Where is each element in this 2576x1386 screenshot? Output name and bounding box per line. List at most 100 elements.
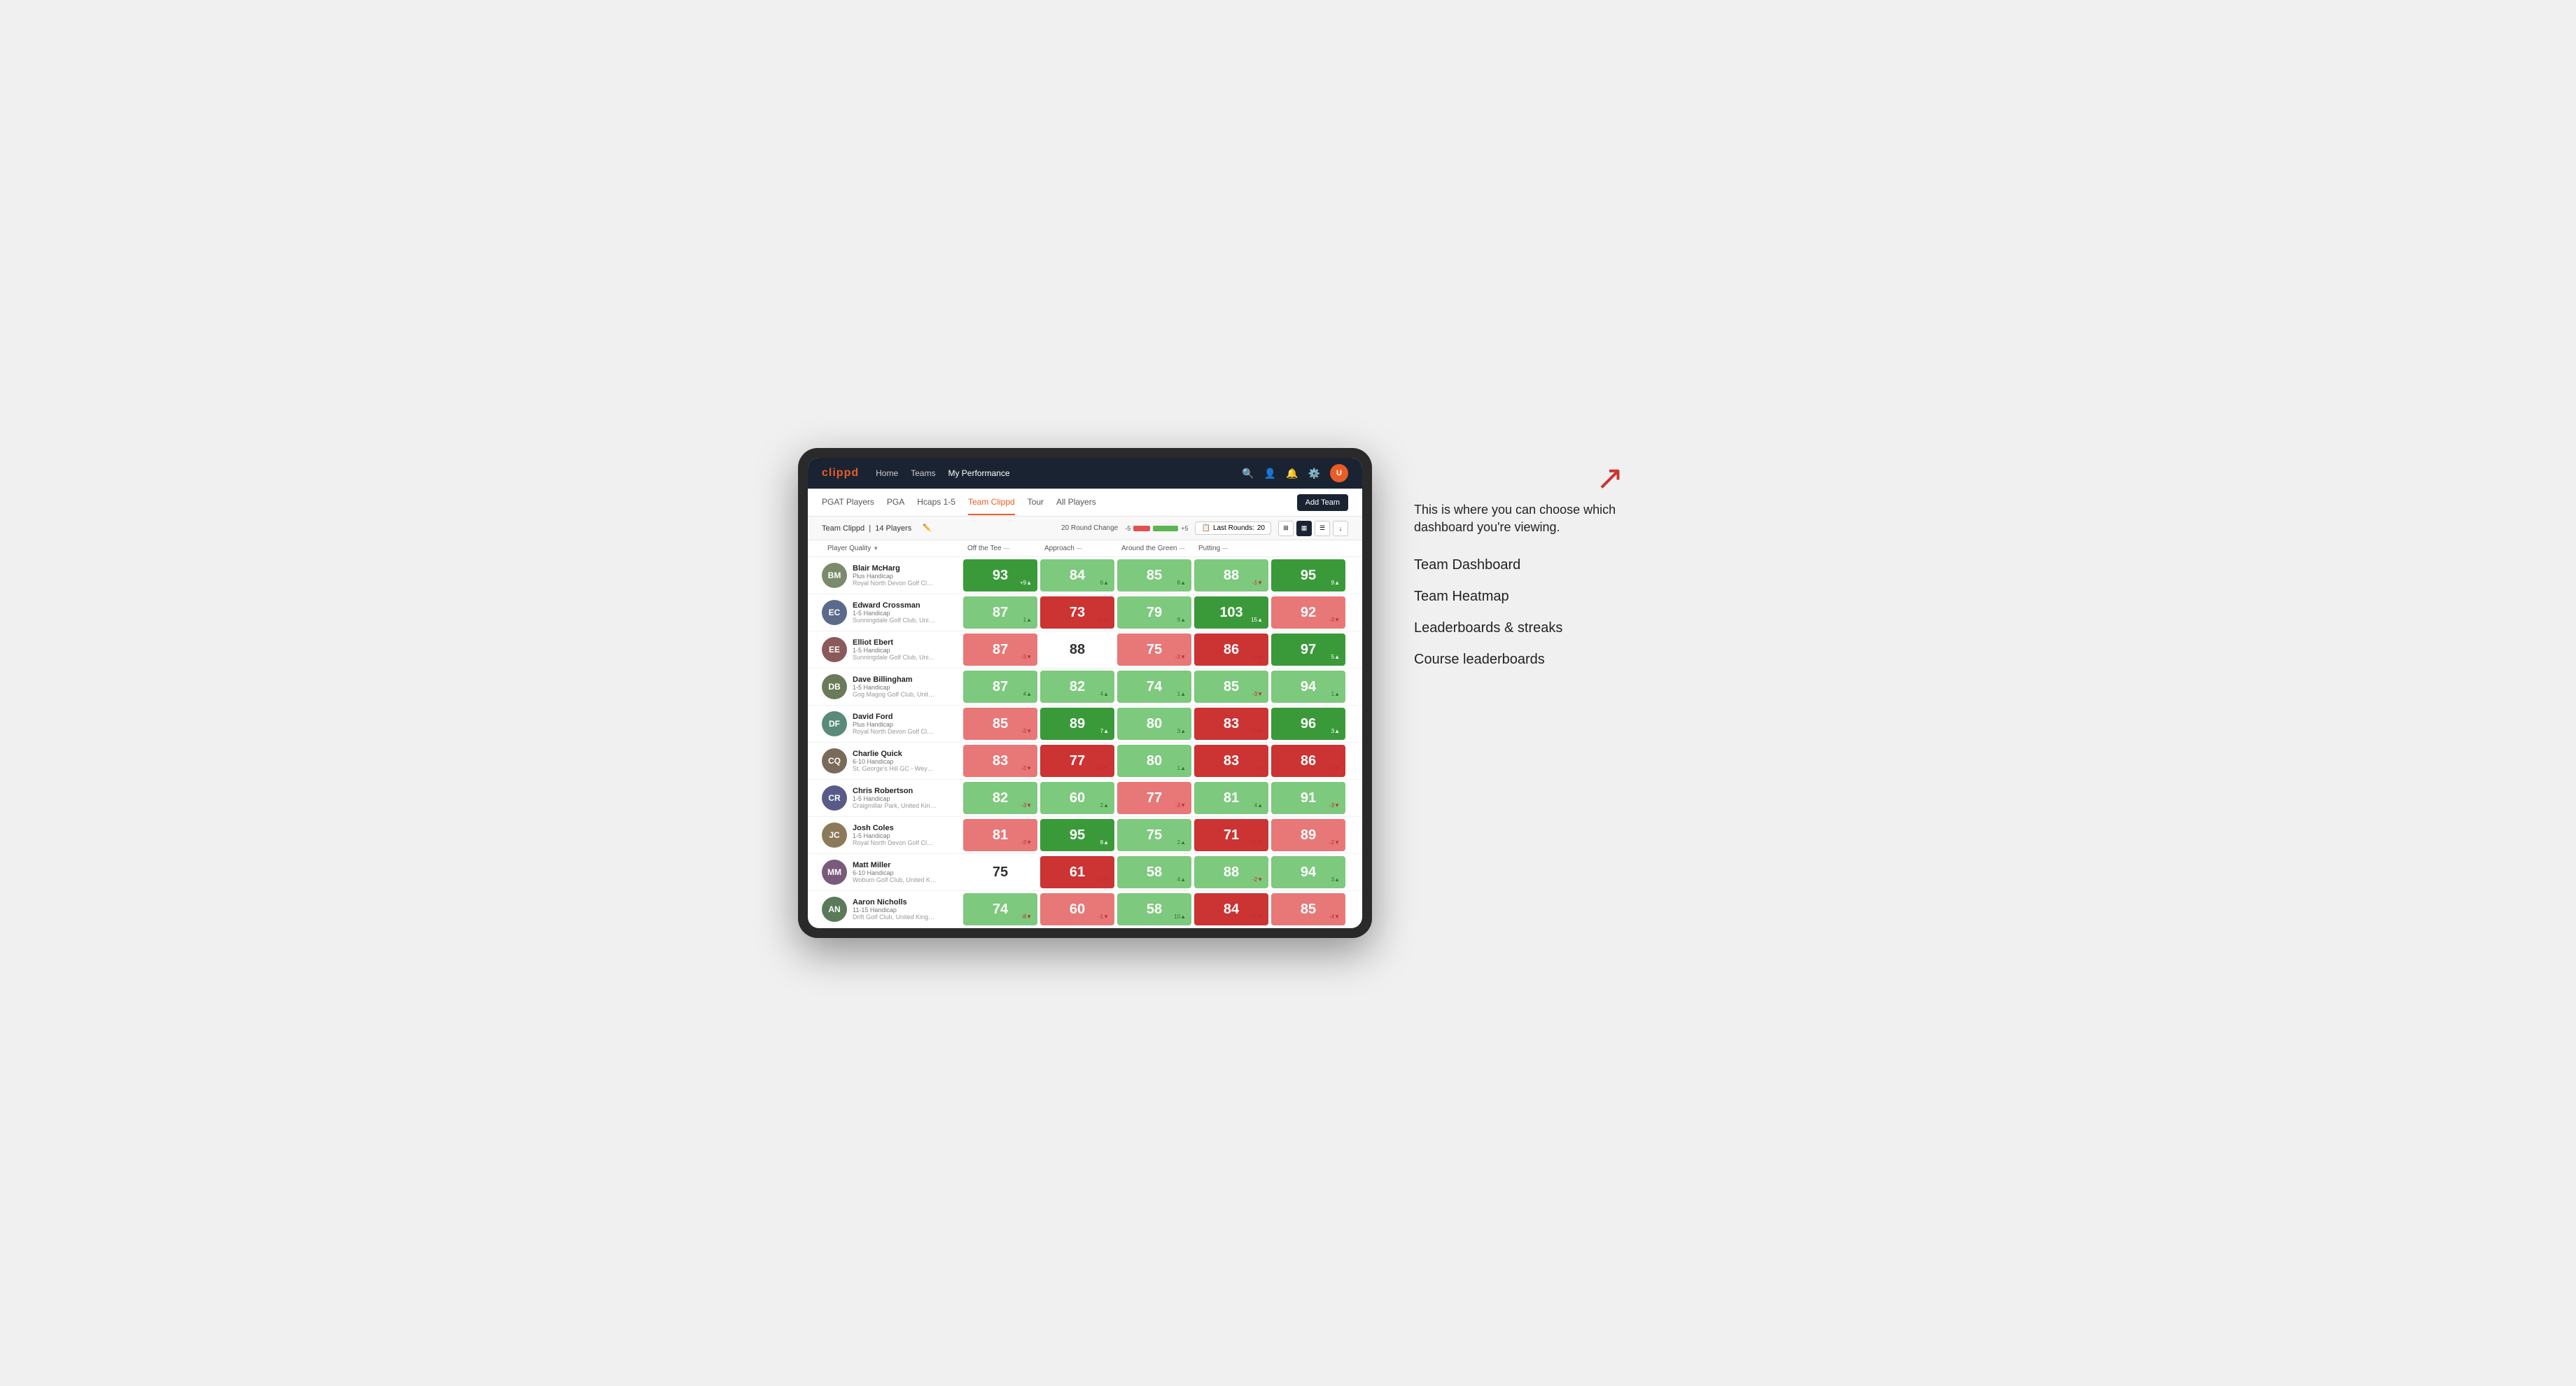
edit-icon[interactable]: ✏️: [923, 524, 931, 532]
table-row[interactable]: DBDave Billingham1-5 HandicapGog Magog G…: [808, 668, 1362, 706]
settings-icon[interactable]: ⚙️: [1308, 468, 1320, 479]
score-value: 77: [1147, 790, 1162, 806]
player-info: DFDavid FordPlus HandicapRoyal North Dev…: [822, 707, 962, 741]
score-cell[interactable]: 874▲: [963, 671, 1037, 703]
score-cell[interactable]: 92-3▼: [1271, 596, 1345, 629]
score-cell[interactable]: 88-1▼: [1194, 559, 1268, 592]
score-cell[interactable]: 75-3▼: [1117, 634, 1191, 666]
score-cell[interactable]: 871▲: [963, 596, 1037, 629]
score-cell[interactable]: 943▲: [1271, 856, 1345, 888]
score-cell[interactable]: 77-3▼: [1117, 782, 1191, 814]
table-row[interactable]: CQCharlie Quick6-10 HandicapSt. George's…: [808, 743, 1362, 780]
sub-nav-tour[interactable]: Tour: [1028, 490, 1044, 515]
col-approach[interactable]: Approach —: [1039, 540, 1116, 556]
score-value: 61: [1070, 864, 1085, 881]
sub-nav-hcaps[interactable]: Hcaps 1-5: [917, 490, 955, 515]
player-handicap: 11-15 Handicap: [853, 906, 937, 913]
score-cell[interactable]: 963▲: [1271, 708, 1345, 740]
table-row[interactable]: JCJosh Coles1-5 HandicapRoyal North Devo…: [808, 817, 1362, 854]
table-row[interactable]: EEElliot Ebert1-5 HandicapSunningdale Go…: [808, 631, 1362, 668]
trend-arrow: -3▼: [1021, 654, 1032, 660]
search-icon[interactable]: 🔍: [1242, 468, 1254, 479]
score-cell[interactable]: 88-2▼: [1194, 856, 1268, 888]
trend-arrow: -8▼: [1329, 765, 1340, 771]
trend-arrow: 4▲: [1023, 691, 1032, 697]
player-details: Chris Robertson1-5 HandicapCraigmillar P…: [853, 787, 937, 809]
score-cell[interactable]: 801▲: [1117, 745, 1191, 777]
score-cell[interactable]: 803▲: [1117, 708, 1191, 740]
score-cell[interactable]: 602▲: [1040, 782, 1114, 814]
score-cell[interactable]: 799▲: [1117, 596, 1191, 629]
last-rounds-button[interactable]: 📋 Last Rounds: 20: [1195, 522, 1271, 535]
score-cell[interactable]: 91-3▼: [1271, 782, 1345, 814]
score-cell[interactable]: 85-4▼: [1271, 893, 1345, 925]
avatar[interactable]: U: [1330, 464, 1348, 482]
player-name: Dave Billingham: [853, 676, 937, 684]
col-around-green[interactable]: Around the Green —: [1116, 540, 1193, 556]
grid-view-button[interactable]: ⊞: [1278, 521, 1294, 536]
bell-icon[interactable]: 🔔: [1286, 468, 1298, 479]
score-cell[interactable]: 85-3▼: [963, 708, 1037, 740]
col-putting[interactable]: Putting —: [1193, 540, 1270, 556]
score-cell[interactable]: 81-3▼: [963, 819, 1037, 851]
score-cell[interactable]: 584▲: [1117, 856, 1191, 888]
score-cell[interactable]: 60-1▼: [1040, 893, 1114, 925]
table-row[interactable]: MMMatt Miller6-10 HandicapWoburn Golf Cl…: [808, 854, 1362, 891]
table-row[interactable]: ANAaron Nicholls11-15 HandicapDrift Golf…: [808, 891, 1362, 928]
table-row[interactable]: DFDavid FordPlus HandicapRoyal North Dev…: [808, 706, 1362, 743]
table-row[interactable]: CRChris Robertson1-5 HandicapCraigmillar…: [808, 780, 1362, 817]
score-cell[interactable]: 814▲: [1194, 782, 1268, 814]
nav-link-home[interactable]: Home: [876, 465, 898, 481]
score-cell[interactable]: 74-8▼: [963, 893, 1037, 925]
nav-link-teams[interactable]: Teams: [911, 465, 935, 481]
score-cell[interactable]: 73-11▼: [1040, 596, 1114, 629]
avatar: EE: [822, 637, 847, 662]
table-row[interactable]: BMBlair McHargPlus HandicapRoyal North D…: [808, 557, 1362, 594]
score-cell[interactable]: 86-6▼: [1194, 634, 1268, 666]
sub-nav-team-clippd[interactable]: Team Clippd: [968, 490, 1015, 515]
trend-arrow: +9▲: [1020, 580, 1032, 586]
col-off-tee[interactable]: Off the Tee —: [962, 540, 1039, 556]
trend-arrow: 15▲: [1251, 617, 1263, 623]
score-cell[interactable]: 741▲: [1117, 671, 1191, 703]
score-cell[interactable]: 83-6▼: [1194, 745, 1268, 777]
col-player-quality[interactable]: Player Quality ▼: [822, 540, 962, 556]
score-cell[interactable]: 85-3▼: [1194, 671, 1268, 703]
avatar: CQ: [822, 748, 847, 774]
score-cell[interactable]: 959▲: [1271, 559, 1345, 592]
add-team-button[interactable]: Add Team: [1297, 494, 1348, 511]
score-cell[interactable]: 897▲: [1040, 708, 1114, 740]
score-cell[interactable]: 975▲: [1271, 634, 1345, 666]
list-view-button[interactable]: ☰: [1315, 521, 1330, 536]
score-cell[interactable]: 846▲: [1040, 559, 1114, 592]
nav-link-performance[interactable]: My Performance: [948, 465, 1009, 481]
heatmap-view-button[interactable]: ▦: [1296, 521, 1312, 536]
score-cell[interactable]: 824▲: [1040, 671, 1114, 703]
score-cell[interactable]: 88: [1040, 634, 1114, 666]
score-cell[interactable]: 83-3▼: [963, 745, 1037, 777]
score-cell[interactable]: 82-3▼: [963, 782, 1037, 814]
score-cell[interactable]: 77-14▼: [1040, 745, 1114, 777]
user-icon[interactable]: 👤: [1264, 468, 1276, 479]
score-cell[interactable]: 75: [963, 856, 1037, 888]
player-details: Blair McHargPlus HandicapRoyal North Dev…: [853, 564, 937, 587]
sub-nav-pgat[interactable]: PGAT Players: [822, 490, 874, 515]
sub-nav-all-players[interactable]: All Players: [1056, 490, 1096, 515]
score-cell[interactable]: 89-2▼: [1271, 819, 1345, 851]
download-button[interactable]: ↓: [1333, 521, 1348, 536]
score-cell[interactable]: 858▲: [1117, 559, 1191, 592]
sub-nav-pga[interactable]: PGA: [887, 490, 904, 515]
score-cell[interactable]: 87-3▼: [963, 634, 1037, 666]
score-cell[interactable]: 5810▲: [1117, 893, 1191, 925]
score-cell[interactable]: 958▲: [1040, 819, 1114, 851]
score-cell[interactable]: 71-11▼: [1194, 819, 1268, 851]
table-row[interactable]: ECEdward Crossman1-5 HandicapSunningdale…: [808, 594, 1362, 631]
score-cell[interactable]: 86-8▼: [1271, 745, 1345, 777]
score-cell[interactable]: 84-21▼: [1194, 893, 1268, 925]
score-cell[interactable]: 93+9▲: [963, 559, 1037, 592]
score-cell[interactable]: 83-10▼: [1194, 708, 1268, 740]
score-cell[interactable]: 752▲: [1117, 819, 1191, 851]
score-cell[interactable]: 10315▲: [1194, 596, 1268, 629]
score-cell[interactable]: 941▲: [1271, 671, 1345, 703]
score-cell[interactable]: 61-3▼: [1040, 856, 1114, 888]
